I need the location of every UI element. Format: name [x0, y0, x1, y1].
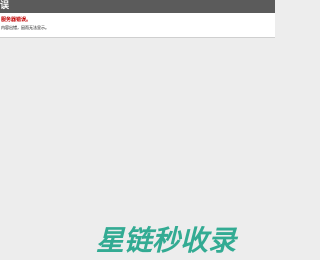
page-title: 误	[0, 1, 10, 11]
error-detail: 内容出错，因而无法显示。	[1, 25, 49, 30]
error-page: 误 服务器错误。 内容出错，因而无法显示。 星链秒收录	[0, 0, 275, 260]
error-panel: 服务器错误。 内容出错，因而无法显示。	[0, 13, 275, 38]
header-bar: 误	[0, 0, 275, 13]
watermark-logo: 星链秒收录	[96, 224, 237, 257]
error-heading: 服务器错误。	[1, 17, 32, 23]
